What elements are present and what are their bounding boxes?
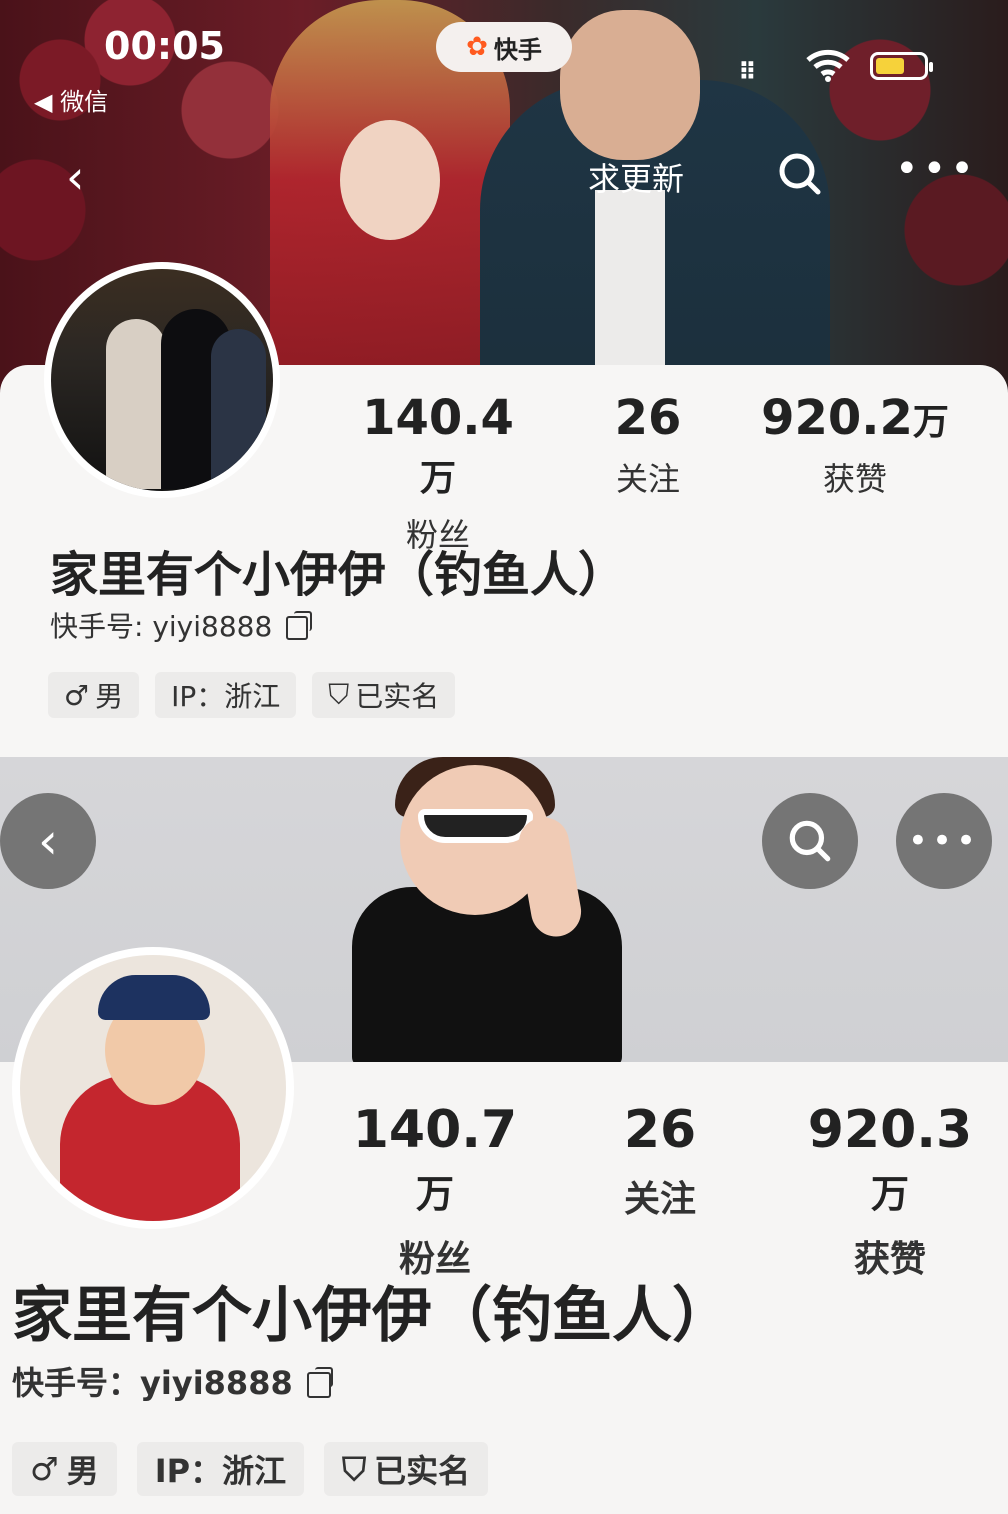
verified-tag: ⛉ 已实名 xyxy=(324,1442,489,1496)
app-name: 快手 xyxy=(493,35,542,64)
copy-icon[interactable] xyxy=(286,611,313,640)
following-count: 26 xyxy=(614,390,682,446)
kuaishou-id: 快手号: yiyi8888 xyxy=(50,605,313,645)
sunglasses xyxy=(418,809,533,843)
ip-location-text: IP：浙江 xyxy=(154,1452,287,1490)
likes-label: 获赞 xyxy=(853,1239,926,1280)
verified-tag: ⛉ 已实名 xyxy=(312,672,456,718)
followers-unit: 万 xyxy=(419,458,456,499)
gender-tag: ♂ 男 xyxy=(48,672,140,718)
stat-following[interactable]: 26 关注 xyxy=(600,1100,720,1222)
following-label: 关注 xyxy=(623,1179,696,1220)
search-button[interactable] xyxy=(762,793,858,889)
gender-tag: ♂ 男 xyxy=(12,1442,117,1496)
profile-tags: ♂ 男 IP：浙江 ⛉ 已实名 xyxy=(48,672,456,718)
likes-unit: 万 xyxy=(912,402,949,443)
app-badge: ✿ 快手 xyxy=(436,22,572,72)
stat-followers[interactable]: 140.7万 粉丝 xyxy=(340,1100,530,1282)
gender-text: 男 xyxy=(95,680,124,713)
male-icon: ♂ xyxy=(64,678,90,712)
top-nav: ‹ 求更新 ••• xyxy=(0,140,1008,210)
male-icon: ♂ xyxy=(30,1450,59,1488)
profile-stats-2: 140.7万 粉丝 26 关注 920.3万 获赞 xyxy=(0,1100,1008,1280)
kuaishou-id-2: 快手号：yiyi8888 xyxy=(12,1358,333,1404)
kuaishou-id-text: 快手号: yiyi8888 xyxy=(50,610,273,643)
stat-following[interactable]: 26 关注 xyxy=(588,390,708,500)
request-update-button[interactable]: 求更新 xyxy=(588,154,684,200)
more-options-button[interactable]: ••• xyxy=(895,146,978,192)
back-button[interactable]: ‹ xyxy=(0,793,96,889)
followers-unit: 万 xyxy=(415,1172,454,1216)
copy-icon[interactable] xyxy=(306,1367,333,1398)
profile-tags-2: ♂ 男 IP：浙江 ⛉ 已实名 xyxy=(12,1442,489,1496)
verified-text: 已实名 xyxy=(374,1452,471,1490)
profile-name: 家里有个小伊伊（钓鱼人） xyxy=(50,547,627,603)
verified-text: 已实名 xyxy=(355,680,440,713)
stat-likes[interactable]: 920.3 万 获赞 xyxy=(792,1100,988,1282)
signal-icon: ⠿ xyxy=(738,58,757,86)
followers-count: 140.4 xyxy=(362,390,514,446)
profile-screenshot-1: 00:05 ◀ 微信 ✿ 快手 ⠿ ‹ 求更新 ••• 140.4 万 粉丝 26… xyxy=(0,0,1008,757)
profile-stats: 140.4万 粉丝 26 关注 920.2万 获赞 xyxy=(0,390,1008,554)
search-icon xyxy=(789,820,831,862)
likes-count: 920.3 xyxy=(807,1100,973,1160)
profile-name-2: 家里有个小伊伊（钓鱼人） xyxy=(12,1281,732,1351)
more-options-button[interactable]: ••• xyxy=(896,793,992,889)
wifi-icon xyxy=(806,49,850,82)
following-label: 关注 xyxy=(615,460,680,498)
likes-label: 获赞 xyxy=(822,460,887,498)
battery-icon xyxy=(870,52,933,80)
back-button[interactable]: ‹ xyxy=(66,150,84,204)
back-to-app-link[interactable]: ◀ 微信 xyxy=(34,82,108,117)
shield-icon: ⛉ xyxy=(328,678,350,711)
following-count: 26 xyxy=(623,1100,697,1160)
stat-likes[interactable]: 920.2万 获赞 xyxy=(760,390,950,500)
shield-icon: ⛉ xyxy=(342,1449,367,1488)
kuaishou-id-text: 快手号：yiyi8888 xyxy=(12,1364,293,1402)
likes-count: 920.2 xyxy=(761,390,913,446)
status-bar: 00:05 ◀ 微信 ✿ 快手 ⠿ xyxy=(0,0,1008,120)
gender-text: 男 xyxy=(66,1452,99,1490)
stat-followers[interactable]: 140.4万 粉丝 xyxy=(348,390,528,556)
likes-unit: 万 xyxy=(870,1172,909,1216)
search-icon[interactable] xyxy=(776,150,824,198)
followers-count: 140.7 xyxy=(352,1100,518,1160)
ip-location-tag: IP：浙江 xyxy=(155,672,297,718)
kuaishou-logo-icon: ✿ xyxy=(466,32,488,62)
ip-location-text: IP：浙江 xyxy=(171,680,281,713)
ip-location-tag: IP：浙江 xyxy=(136,1442,305,1496)
status-time: 00:05 xyxy=(104,24,225,68)
